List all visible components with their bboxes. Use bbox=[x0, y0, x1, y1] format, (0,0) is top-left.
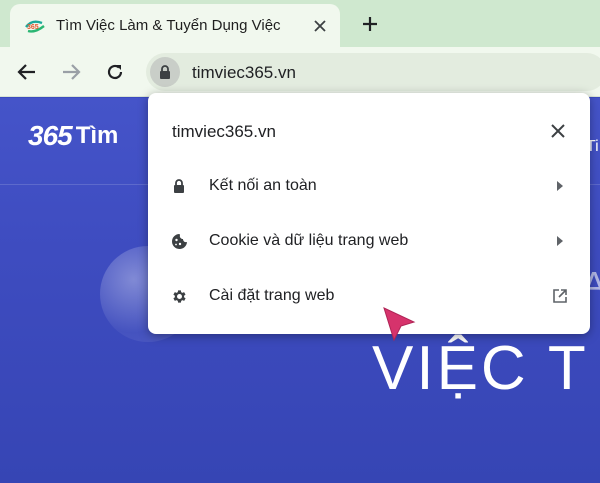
open-external-icon bbox=[552, 288, 568, 304]
lock-icon bbox=[170, 177, 188, 195]
menu-item-label: Cookie và dữ liệu trang web bbox=[209, 232, 409, 249]
site-info-button[interactable] bbox=[150, 57, 180, 87]
back-button[interactable] bbox=[14, 59, 40, 85]
svg-text:365: 365 bbox=[27, 24, 39, 31]
menu-item-label: Kết nối an toàn bbox=[209, 177, 317, 194]
reload-button[interactable] bbox=[102, 59, 128, 85]
popup-title: timviec365.vn bbox=[172, 122, 276, 141]
gear-icon bbox=[170, 287, 188, 305]
menu-item-label: Cài đặt trang web bbox=[209, 287, 335, 304]
new-tab-button[interactable] bbox=[356, 10, 384, 38]
menu-item-site-settings[interactable]: Cài đặt trang web bbox=[148, 270, 590, 322]
menu-item-cookies[interactable]: Cookie và dữ liệu trang web bbox=[148, 215, 590, 267]
logo-number: 365 bbox=[28, 120, 73, 151]
cookie-icon bbox=[170, 232, 188, 250]
address-bar[interactable]: timviec365.vn bbox=[146, 53, 600, 91]
timviec365-favicon-icon: 365 bbox=[24, 18, 46, 34]
chevron-right-icon bbox=[552, 178, 568, 194]
browser-tab[interactable]: 365 Tìm Việc Làm & Tuyển Dụng Việc bbox=[10, 4, 340, 47]
arrow-right-icon bbox=[63, 64, 81, 80]
browser-toolbar: timviec365.vn bbox=[0, 47, 600, 97]
menu-item-connection-secure[interactable]: Kết nối an toàn bbox=[148, 160, 590, 212]
chevron-right-icon bbox=[552, 233, 568, 249]
mouse-cursor-icon bbox=[383, 307, 416, 342]
close-icon[interactable] bbox=[548, 121, 568, 141]
tab-title: Tìm Việc Làm & Tuyển Dụng Việc bbox=[56, 17, 281, 34]
close-icon[interactable] bbox=[310, 16, 330, 36]
logo-text: Tìm bbox=[75, 122, 119, 149]
forward-button[interactable] bbox=[58, 59, 84, 85]
lock-icon bbox=[160, 64, 170, 79]
site-info-popup: timviec365.vn Kết nối an toàn Cookie và … bbox=[148, 93, 590, 334]
reload-icon bbox=[107, 64, 123, 80]
url-text[interactable]: timviec365.vn bbox=[192, 63, 296, 83]
plus-icon bbox=[363, 17, 377, 31]
site-logo[interactable]: 365 Tìm bbox=[28, 120, 118, 152]
tab-strip: 365 Tìm Việc Làm & Tuyển Dụng Việc bbox=[0, 0, 600, 47]
arrow-left-icon bbox=[17, 64, 35, 80]
tab-title-fade bbox=[282, 12, 306, 40]
